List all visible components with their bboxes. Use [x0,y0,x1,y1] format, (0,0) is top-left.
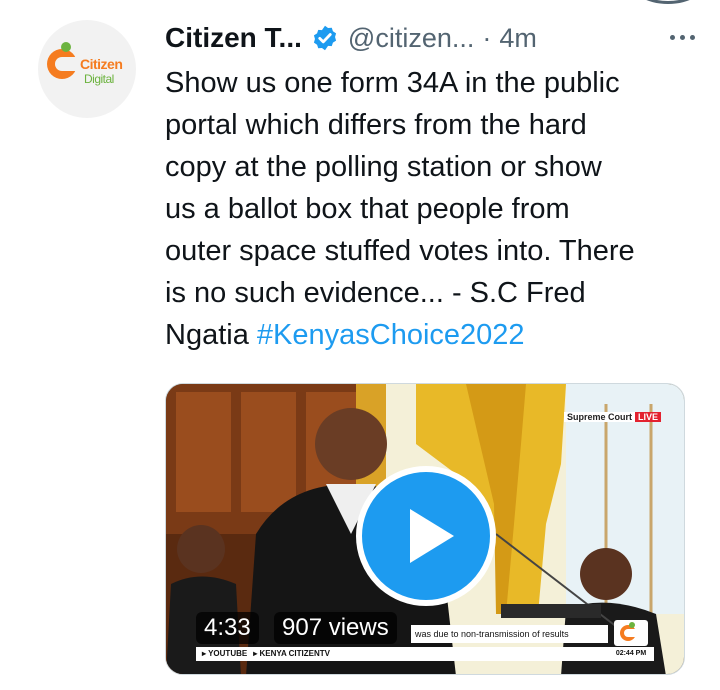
avatar[interactable]: Citizen Digital [38,20,136,118]
broadcast-clock: 02:44 PM [614,647,648,661]
tweet-header: Citizen T... @citizen... · 4m [165,16,700,60]
bottom-youtube: ▸ YOUTUBE [202,649,248,658]
tweet-text: Show us one form 34A in the public porta… [165,62,700,356]
timestamp[interactable]: 4m [499,23,537,54]
video-duration: 4:33 [196,612,259,644]
bottom-channel: ▸ KENYA CITIZENTV [253,649,330,658]
live-label: LIVE [635,412,662,422]
verified-badge-icon [313,25,336,51]
tweet-line: us a ballot box that people from [165,193,570,225]
tweet-line: copy at the polling station or show [165,151,602,183]
channel-logo-icon [614,620,648,646]
display-name[interactable]: Citizen T... [165,22,302,54]
tweet-line: is no such evidence... - S.C Fred [165,277,586,309]
more-options-icon[interactable] [670,24,700,50]
logo-wordmark-digital: Digital [84,72,114,86]
dot [670,34,675,40]
top-profile-arc [628,0,708,4]
dot [680,34,685,40]
separator-dot: · [482,22,492,53]
tweet-line-last: Ngatia #KenyasChoice2022 [165,314,700,356]
news-ticker: was due to non-transmission of results [411,625,608,643]
play-icon [410,509,454,563]
hashtag-link[interactable]: #KenyasChoice2022 [257,319,525,351]
video-media[interactable]: Supreme Court LIVE was due to non-transmi… [165,383,685,675]
dot [690,34,695,40]
broadcast-bottom-bar: ▸ YOUTUBE ▸ KENYA CITIZENTV [196,647,654,661]
tweet-line: portal which differs from the hard [165,109,587,141]
play-button[interactable] [356,466,496,606]
tweet-line: outer space stuffed votes into. There [165,235,635,267]
tweet-line: Show us one form 34A in the public [165,67,620,99]
broadcast-label: Supreme Court [564,412,636,422]
tweet-line-prefix: Ngatia [165,319,257,351]
video-views: 907 views [274,612,397,644]
logo-wordmark-citizen: Citizen [80,56,123,72]
account-handle[interactable]: @citizen... [348,23,474,54]
live-tag: Supreme Court LIVE [564,410,662,424]
